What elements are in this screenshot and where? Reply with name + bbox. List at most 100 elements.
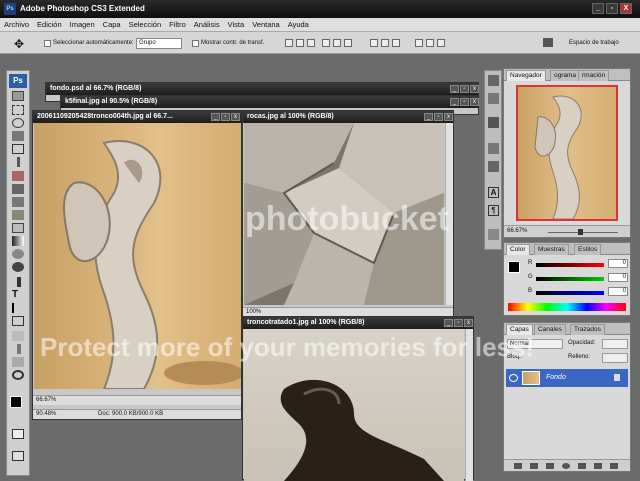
doc-maximize-button[interactable]: ▫ bbox=[460, 98, 469, 106]
paragraph-panel-icon[interactable]: ¶ bbox=[488, 205, 499, 216]
eyedropper-tool[interactable] bbox=[17, 344, 21, 354]
doc-minimize-button[interactable]: _ bbox=[450, 98, 459, 106]
move-tool[interactable] bbox=[12, 91, 24, 101]
doc-maximize-button[interactable]: ▫ bbox=[434, 113, 443, 121]
clone-source-icon[interactable] bbox=[488, 161, 499, 172]
pen-tool[interactable] bbox=[17, 277, 21, 287]
navigator-zoom-value[interactable]: 66.67% bbox=[507, 228, 527, 234]
auto-select-checkbox[interactable] bbox=[44, 40, 51, 47]
doc-close-button[interactable]: x bbox=[470, 85, 479, 93]
menu-ayuda[interactable]: Ayuda bbox=[284, 18, 313, 31]
layer-comps-icon[interactable] bbox=[488, 229, 499, 240]
blend-mode-dropdown[interactable]: Normal bbox=[507, 339, 563, 349]
gradient-tool[interactable] bbox=[12, 236, 24, 246]
brush-tool[interactable] bbox=[12, 184, 24, 194]
actions-panel-icon[interactable] bbox=[488, 93, 499, 104]
channel-g-value[interactable]: 0 bbox=[608, 273, 628, 282]
show-transform-checkbox[interactable] bbox=[192, 40, 199, 47]
navigator-zoom-thumb[interactable] bbox=[578, 229, 583, 235]
doc-minimize-button[interactable]: _ bbox=[211, 113, 220, 121]
doc-close-button[interactable]: x bbox=[470, 98, 479, 106]
tab-muestras[interactable]: Muestras bbox=[534, 244, 569, 255]
tronco-canvas[interactable] bbox=[34, 123, 241, 389]
doc-maximize-button[interactable]: ▫ bbox=[460, 85, 469, 93]
history-panel-icon[interactable] bbox=[488, 75, 499, 86]
channel-r-slider[interactable] bbox=[536, 263, 604, 267]
minimize-button[interactable]: _ bbox=[592, 3, 604, 14]
auto-select-dropdown[interactable]: Grupo bbox=[136, 38, 182, 49]
healing-brush-tool[interactable] bbox=[12, 171, 24, 181]
menu-capa[interactable]: Capa bbox=[99, 18, 125, 31]
rocas-vertical-scrollbar[interactable] bbox=[445, 123, 453, 305]
workspace-icon[interactable] bbox=[543, 38, 553, 47]
workspace-label[interactable]: Espacio de trabajo bbox=[569, 40, 619, 46]
tab-canales[interactable]: Canales bbox=[534, 324, 566, 335]
restore-button[interactable]: ▫ bbox=[606, 3, 618, 14]
document-window-rocas[interactable]: rocas.jpg al 100% (RGB/8) _ ▫ x 100% bbox=[242, 110, 454, 318]
dodge-tool[interactable] bbox=[12, 262, 24, 272]
quick-mask-icon[interactable] bbox=[12, 429, 24, 439]
path-select-tool[interactable] bbox=[12, 303, 24, 313]
menu-imagen[interactable]: Imagen bbox=[66, 18, 99, 31]
link-layers-icon[interactable] bbox=[514, 463, 522, 469]
tab-capas[interactable]: Capas bbox=[506, 324, 533, 335]
move-tool-icon[interactable]: ✥ bbox=[14, 37, 24, 51]
doc-maximize-button[interactable]: ▫ bbox=[454, 319, 463, 327]
menu-edicion[interactable]: Edición bbox=[33, 18, 66, 31]
new-layer-icon[interactable] bbox=[594, 463, 602, 469]
tab-estilos[interactable]: Estilos bbox=[574, 244, 602, 255]
channel-b-slider[interactable] bbox=[536, 291, 604, 295]
color-foreground-swatch[interactable] bbox=[508, 261, 520, 273]
tab-navegador[interactable]: Navegador bbox=[506, 70, 546, 81]
color-spectrum-ramp[interactable] bbox=[508, 303, 626, 311]
layer-row-fondo[interactable]: Fondo bbox=[506, 369, 628, 387]
align-middle-icon[interactable] bbox=[296, 39, 304, 47]
fill-field[interactable] bbox=[602, 353, 628, 363]
doc-close-button[interactable]: x bbox=[464, 319, 473, 327]
align-bottom-icon[interactable] bbox=[307, 39, 315, 47]
channel-b-value[interactable]: 0 bbox=[608, 287, 628, 296]
notes-tool[interactable] bbox=[12, 331, 24, 341]
tab-trazados[interactable]: Trazados bbox=[570, 324, 605, 335]
clone-stamp-tool[interactable] bbox=[12, 197, 24, 207]
lasso-tool[interactable] bbox=[12, 118, 24, 128]
navigator-thumbnail[interactable] bbox=[516, 85, 618, 221]
hand-tool[interactable] bbox=[12, 357, 24, 367]
distribute-right-icon[interactable] bbox=[437, 39, 445, 47]
close-button[interactable]: X bbox=[620, 3, 632, 14]
distribute-left-icon[interactable] bbox=[415, 39, 423, 47]
crop-tool[interactable] bbox=[12, 144, 24, 154]
channel-r-value[interactable]: 0 bbox=[608, 259, 628, 268]
tool-presets-icon[interactable] bbox=[488, 117, 499, 128]
align-top-icon[interactable] bbox=[285, 39, 293, 47]
tab-histograma[interactable]: ograma bbox=[550, 70, 581, 81]
eraser-tool[interactable] bbox=[12, 223, 24, 233]
doc-close-button[interactable]: x bbox=[231, 113, 240, 121]
adjustment-layer-icon[interactable] bbox=[562, 463, 570, 469]
character-panel-icon[interactable]: A bbox=[488, 187, 499, 198]
blur-tool[interactable] bbox=[12, 249, 24, 259]
align-left-icon[interactable] bbox=[322, 39, 330, 47]
history-brush-tool[interactable] bbox=[12, 210, 24, 220]
menu-analisis[interactable]: Análisis bbox=[190, 18, 224, 31]
slice-tool[interactable] bbox=[17, 157, 20, 167]
foreground-color-swatch[interactable] bbox=[10, 396, 22, 408]
menu-vista[interactable]: Vista bbox=[224, 18, 249, 31]
troncotratado-canvas[interactable] bbox=[244, 329, 464, 481]
zoom-readout[interactable]: 66.67% bbox=[36, 397, 56, 403]
doc-close-button[interactable]: x bbox=[444, 113, 453, 121]
align-center-icon[interactable] bbox=[333, 39, 341, 47]
doc-maximize-button[interactable]: ▫ bbox=[221, 113, 230, 121]
layer-name[interactable]: Fondo bbox=[546, 374, 566, 381]
visibility-eye-icon[interactable] bbox=[509, 374, 518, 382]
distribute-center-icon[interactable] bbox=[426, 39, 434, 47]
menu-archivo[interactable]: Archivo bbox=[0, 18, 33, 31]
distribute-top-icon[interactable] bbox=[370, 39, 378, 47]
troncotratado-vertical-scrollbar[interactable] bbox=[465, 329, 473, 481]
rocas-canvas[interactable] bbox=[244, 123, 444, 305]
layer-mask-icon[interactable] bbox=[546, 463, 554, 469]
menu-seleccion[interactable]: Selección bbox=[125, 18, 166, 31]
marquee-tool[interactable] bbox=[12, 105, 24, 115]
brushes-panel-icon[interactable] bbox=[488, 143, 499, 154]
type-tool[interactable]: T bbox=[12, 290, 24, 300]
